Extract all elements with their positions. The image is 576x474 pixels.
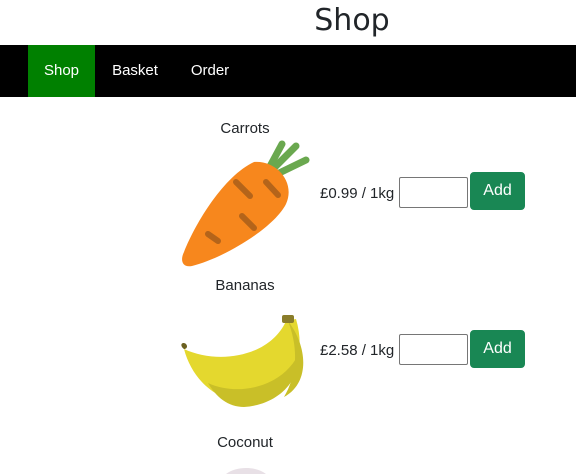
nav-item-shop[interactable]: Shop bbox=[28, 45, 95, 97]
carrot-icon bbox=[182, 140, 310, 267]
nav-item-order[interactable]: Order bbox=[178, 45, 242, 97]
product-name: Bananas bbox=[215, 277, 275, 294]
coconut-icon bbox=[226, 468, 266, 474]
product-row-carrots: Carrots £0.99 / 1kg Add bbox=[0, 118, 576, 273]
banana-icon bbox=[181, 315, 304, 407]
product-name: Carrots bbox=[220, 120, 270, 137]
quantity-input[interactable] bbox=[399, 177, 468, 208]
add-button[interactable]: Add bbox=[470, 172, 525, 210]
product-row-bananas: Bananas £2.58 / 1kg Add bbox=[0, 275, 576, 430]
main-navbar: Shop Basket Order bbox=[0, 45, 576, 97]
product-name: Coconut bbox=[217, 434, 273, 451]
add-button[interactable]: Add bbox=[470, 330, 525, 368]
product-price: £2.58 / 1kg bbox=[320, 342, 395, 359]
page-title: Shop bbox=[314, 3, 390, 38]
product-price: £0.99 / 1kg bbox=[320, 185, 395, 202]
quantity-input[interactable] bbox=[399, 334, 468, 365]
product-row-coconut: Coconut bbox=[0, 432, 576, 474]
nav-item-basket[interactable]: Basket bbox=[100, 45, 170, 97]
